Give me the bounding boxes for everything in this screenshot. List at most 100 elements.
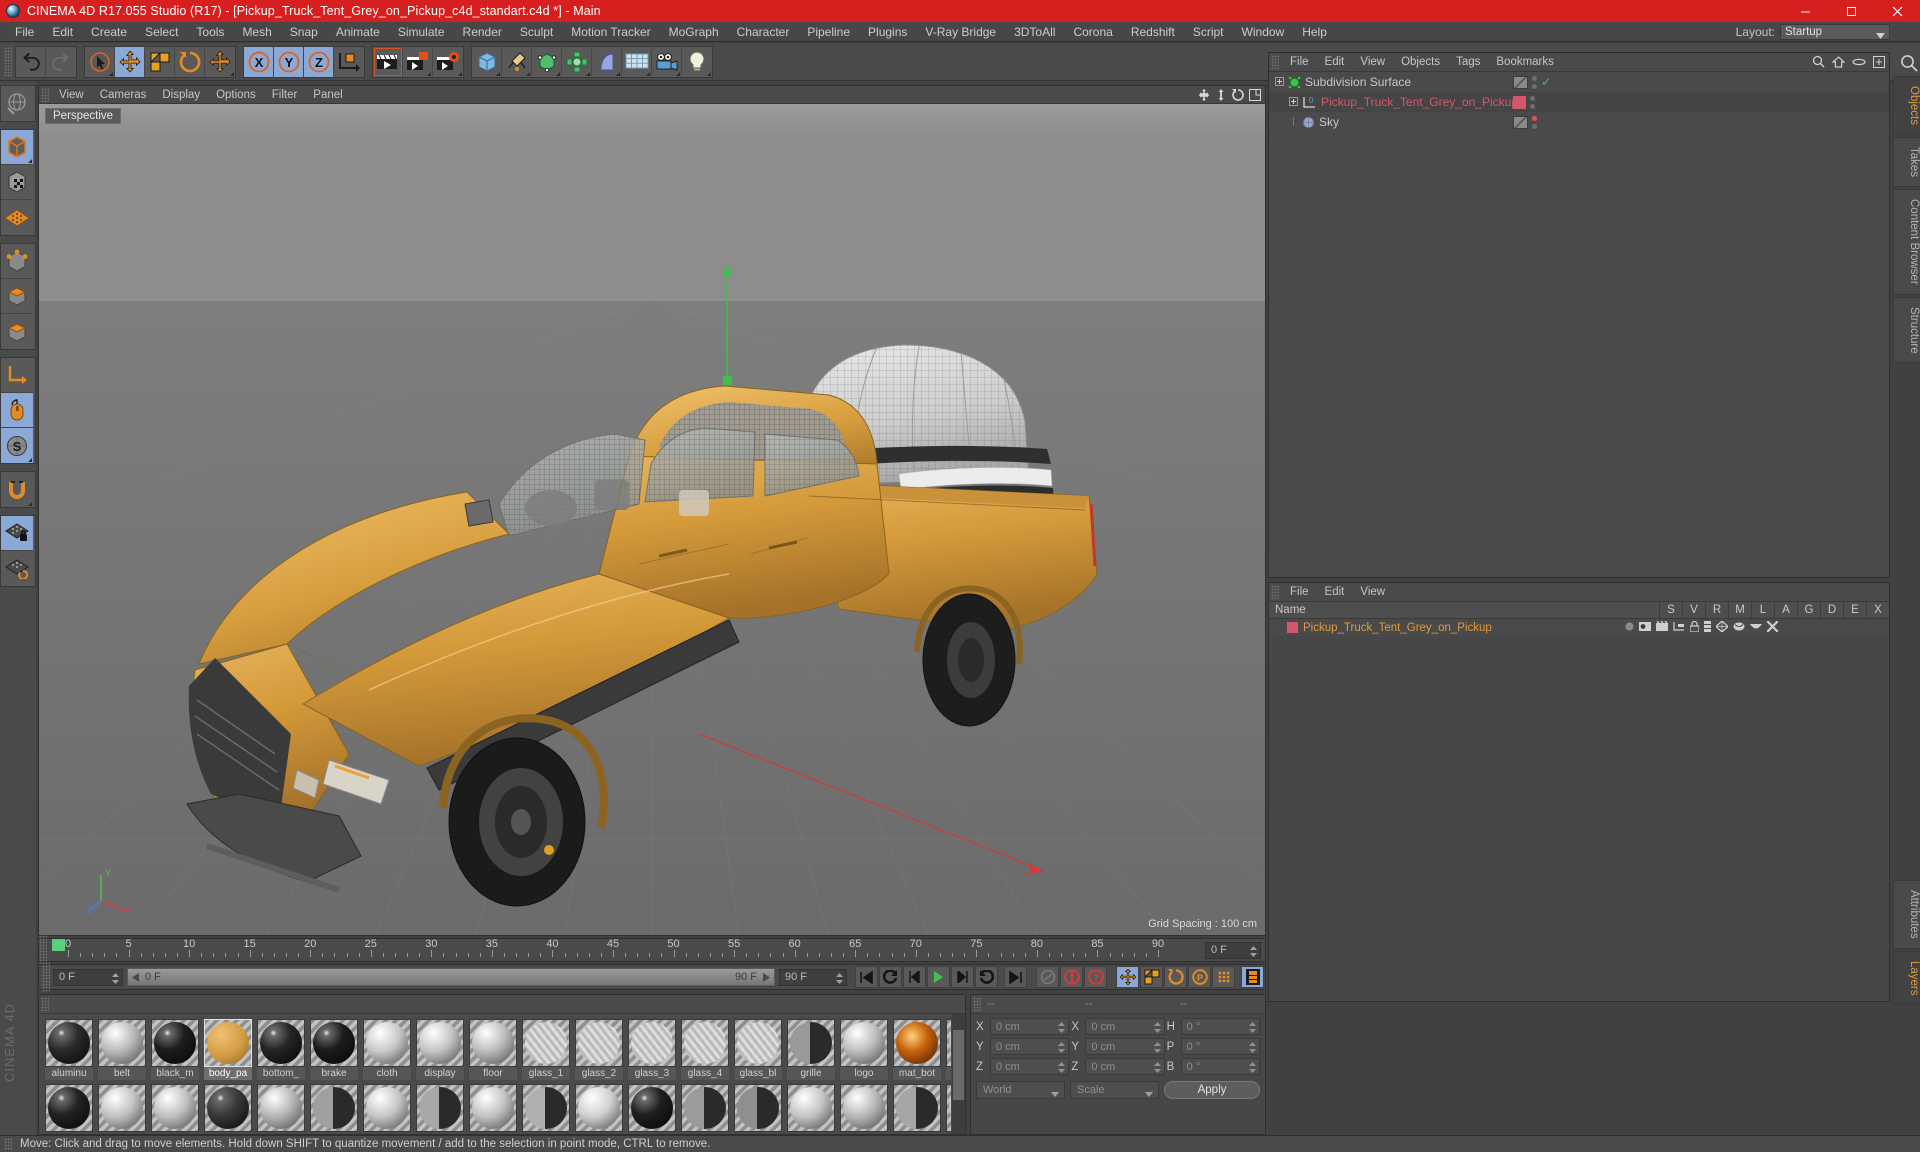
- material-swatch[interactable]: glass_2: [575, 1019, 623, 1080]
- material-swatch[interactable]: belt: [98, 1019, 146, 1080]
- menu-item-simulate[interactable]: Simulate: [389, 22, 454, 42]
- viewport-menu-cameras[interactable]: Cameras: [92, 86, 155, 104]
- material-preview[interactable]: [840, 1084, 888, 1132]
- material-preview[interactable]: [469, 1084, 517, 1132]
- position-z-field[interactable]: 0 cm: [990, 1058, 1070, 1075]
- spinner-icon[interactable]: [1058, 1022, 1066, 1036]
- menu-item-select[interactable]: Select: [136, 22, 187, 42]
- menu-item-snap[interactable]: Snap: [281, 22, 327, 42]
- material-preview[interactable]: [840, 1019, 888, 1067]
- move-tool[interactable]: [115, 46, 145, 77]
- model-mode-button[interactable]: [1, 130, 33, 165]
- material-preview[interactable]: [363, 1084, 411, 1132]
- deformer-toggle-icon[interactable]: [1733, 621, 1745, 635]
- add-cube-button[interactable]: [472, 46, 502, 77]
- timeline-grip[interactable]: [39, 935, 47, 965]
- material-swatch[interactable]: glass_3: [628, 1019, 676, 1080]
- material-preview[interactable]: [257, 1019, 305, 1067]
- move-view-icon[interactable]: [1198, 89, 1210, 104]
- live-selection-tool[interactable]: [85, 46, 115, 77]
- right-tab-takes[interactable]: Takes: [1893, 137, 1920, 188]
- spinner-icon[interactable]: [1248, 1062, 1256, 1076]
- material-swatch[interactable]: [734, 1084, 782, 1132]
- position-y-field[interactable]: 0 cm: [990, 1038, 1070, 1056]
- menu-item-pipeline[interactable]: Pipeline: [798, 22, 859, 42]
- material-preview[interactable]: [893, 1019, 941, 1067]
- go-to-next-key-button[interactable]: [975, 966, 998, 988]
- material-preview[interactable]: [522, 1019, 570, 1067]
- material-swatch[interactable]: aluminu: [45, 1019, 93, 1080]
- rotation-b-field[interactable]: 0 °: [1180, 1058, 1260, 1076]
- material-swatch[interactable]: [204, 1084, 252, 1132]
- size-z-field[interactable]: 0 cm: [1085, 1058, 1165, 1075]
- add-spline-button[interactable]: [502, 46, 532, 77]
- viewport-solo-icon[interactable]: [1, 393, 33, 428]
- add-environment-button[interactable]: [622, 46, 652, 77]
- menu-item-create[interactable]: Create: [82, 22, 136, 42]
- polygons-mode-button[interactable]: [1, 314, 33, 349]
- material-swatch[interactable]: [522, 1084, 570, 1132]
- add-mograph-button[interactable]: [562, 46, 592, 77]
- world-object-axis-button[interactable]: [334, 46, 364, 77]
- material-preview[interactable]: [628, 1019, 676, 1067]
- layout-dropdown[interactable]: Startup: [1780, 24, 1890, 40]
- animation-toggle-icon[interactable]: [1704, 620, 1711, 635]
- material-swatch[interactable]: [840, 1084, 888, 1132]
- undo-view-icon[interactable]: [1, 86, 33, 121]
- frame-scrub-bar[interactable]: 0 F 90 F: [127, 968, 775, 986]
- right-tab-structure[interactable]: Structure: [1893, 296, 1920, 364]
- home-icon[interactable]: [1831, 55, 1846, 71]
- timeline-end-field[interactable]: 0 F: [1205, 941, 1261, 959]
- visibility-dots[interactable]: [1530, 95, 1535, 109]
- material-swatch[interactable]: [151, 1084, 199, 1132]
- enable-axis-modification-icon[interactable]: [1, 358, 33, 393]
- ellipse-icon[interactable]: [1852, 56, 1866, 70]
- material-preview[interactable]: [681, 1019, 729, 1067]
- material-preview[interactable]: [416, 1084, 464, 1132]
- expand-icon[interactable]: [1873, 55, 1885, 71]
- menu-item-mograph[interactable]: MoGraph: [660, 22, 728, 42]
- material-swatch[interactable]: grille: [787, 1019, 835, 1080]
- menu-item-redshift[interactable]: Redshift: [1122, 22, 1184, 42]
- lock-y-axis-button[interactable]: Y: [274, 46, 304, 77]
- right-tab-objects[interactable]: Objects: [1893, 76, 1920, 135]
- material-preview[interactable]: [628, 1084, 676, 1132]
- record-active-objects-button[interactable]: [1060, 966, 1083, 988]
- menu-item-v-ray-bridge[interactable]: V-Ray Bridge: [916, 22, 1005, 42]
- move-duplicate-tool[interactable]: [205, 46, 235, 77]
- material-preview[interactable]: [416, 1019, 464, 1067]
- layer-manager-menu-file[interactable]: File: [1282, 583, 1317, 602]
- menu-item-script[interactable]: Script: [1184, 22, 1233, 42]
- viewport-menu-filter[interactable]: Filter: [264, 86, 306, 104]
- material-swatch[interactable]: [469, 1084, 517, 1132]
- layer-manager-menu-view[interactable]: View: [1352, 583, 1393, 602]
- autokey-button[interactable]: [1036, 966, 1059, 988]
- go-to-end-button[interactable]: [1004, 966, 1027, 988]
- coordinates-grip[interactable]: [973, 997, 981, 1011]
- render-view-button[interactable]: [373, 46, 403, 77]
- spinner-icon[interactable]: [1058, 1042, 1066, 1056]
- material-preview[interactable]: [575, 1019, 623, 1067]
- points-mode-button[interactable]: [1, 244, 33, 279]
- menu-item-file[interactable]: File: [6, 22, 43, 42]
- material-preview[interactable]: [204, 1084, 252, 1132]
- edges-mode-button[interactable]: [1, 279, 33, 314]
- xpresso-toggle-icon[interactable]: [1766, 619, 1779, 635]
- material-scrollbar[interactable]: [952, 1014, 965, 1134]
- position-x-field[interactable]: 0 cm: [990, 1018, 1070, 1036]
- material-preview[interactable]: [45, 1019, 93, 1067]
- viewport-menu-view[interactable]: View: [51, 86, 92, 104]
- viewport-menu-panel[interactable]: Panel: [305, 86, 350, 104]
- material-swatch[interactable]: orange_: [946, 1019, 951, 1080]
- scale-tool[interactable]: [145, 46, 175, 77]
- step-forward-button[interactable]: [951, 966, 974, 988]
- material-swatch[interactable]: glass_1: [522, 1019, 570, 1080]
- material-preview[interactable]: [151, 1084, 199, 1132]
- go-to-start-button[interactable]: [855, 966, 878, 988]
- point-level-animation-toggle[interactable]: [1212, 966, 1235, 988]
- menu-item-sculpt[interactable]: Sculpt: [511, 22, 562, 42]
- material-swatch[interactable]: logo: [840, 1019, 888, 1080]
- coordinate-mode-dropdown[interactable]: Scale: [1070, 1081, 1159, 1099]
- material-swatch[interactable]: glass_bl: [734, 1019, 782, 1080]
- material-swatch[interactable]: brake: [310, 1019, 358, 1080]
